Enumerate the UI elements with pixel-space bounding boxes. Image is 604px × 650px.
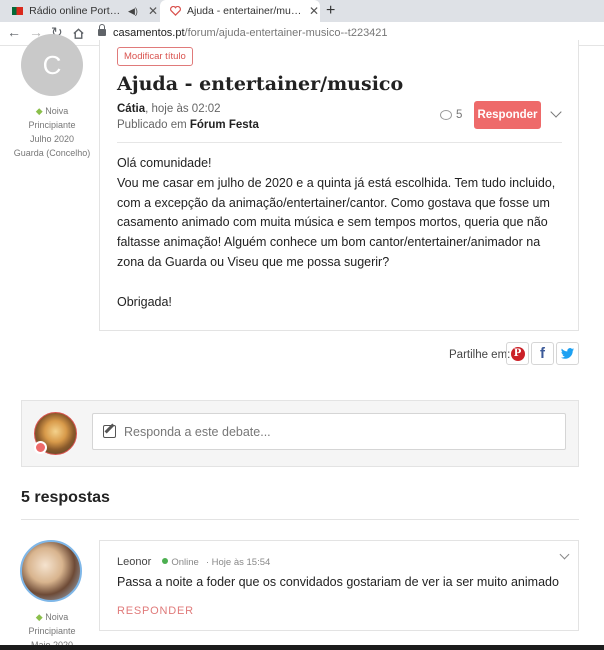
url-domain: casamentos.pt [113, 27, 185, 39]
chevron-down-icon[interactable] [550, 106, 562, 118]
tab-title: Ajuda - entertainer/musico [187, 5, 305, 17]
pinterest-share-button[interactable]: P [506, 342, 529, 365]
post-title: Ajuda - entertainer/musico [117, 73, 404, 95]
facebook-icon: f [540, 345, 545, 362]
reply-composer: Responda a este debate... [21, 400, 579, 467]
browser-tab-bar: Rádio online Portugal, ouvir ◀) ✕ Ajuda … [0, 0, 604, 22]
post-forum-line: Publicado em Fórum Festa [117, 119, 259, 131]
author-location: Guarda (Concelho) [13, 148, 91, 158]
answer-card: Leonor Online · Hoje às 15:54 Passa a no… [99, 540, 579, 631]
post-body: Olá comunidade! Vou me casar em julho de… [117, 154, 567, 312]
taskbar-edge [0, 645, 604, 650]
chevron-down-icon[interactable] [559, 549, 570, 560]
lock-icon[interactable] [98, 24, 106, 37]
answer-author-meta: ◆ Noiva Principiante Maio 2020 [4, 610, 100, 650]
post-author-line: Cátia, hoje às 02:02 [117, 103, 221, 115]
post-author-name[interactable]: Cátia [117, 103, 145, 115]
comment-bubble-icon [440, 110, 452, 120]
share-label: Partilhe em: [449, 349, 511, 361]
diamond-icon: ◆ [35, 106, 43, 116]
answer-reply-button[interactable]: RESPONDER [117, 605, 194, 617]
answer-time: · Hoje às 15:54 [205, 557, 271, 568]
author-avatar[interactable]: C [21, 34, 83, 96]
edit-icon [103, 425, 116, 438]
post-paragraph: Olá comunidade! [117, 156, 212, 170]
close-tab-icon[interactable]: ✕ [148, 4, 158, 18]
online-status-icon [162, 558, 169, 564]
answer-text: Passa a noite a foder que os convidados … [117, 575, 559, 589]
pinterest-icon: P [510, 346, 525, 361]
edit-title-button[interactable]: Modificar título [117, 47, 193, 66]
user-badge-icon [34, 441, 47, 454]
answer-author-name[interactable]: Leonor [117, 556, 151, 568]
reply-placeholder: Responda a este debate... [124, 424, 271, 439]
post-time: , hoje às 02:02 [145, 103, 221, 115]
divider [21, 519, 579, 520]
tab-title: Rádio online Portugal, ouvir [29, 5, 122, 17]
author-meta: ◆ Noiva Principiante Julho 2020 Guarda (… [4, 104, 100, 160]
published-prefix: Publicado em [117, 119, 190, 131]
twitter-icon [560, 347, 575, 359]
diamond-icon: ◆ [35, 612, 43, 622]
comment-count[interactable]: 5 [440, 109, 462, 121]
address-bar[interactable]: casamentos.pt/forum/ajuda-entertainer-mu… [113, 27, 388, 39]
post-paragraph: Vou me casar em julho de 2020 e a quinta… [117, 175, 556, 269]
reply-button[interactable]: Responder [474, 101, 541, 129]
browser-tab-forum[interactable]: Ajuda - entertainer/musico ✕ [160, 0, 320, 22]
speaker-icon[interactable]: ◀) [128, 6, 138, 17]
portugal-flag-icon [12, 7, 24, 15]
browser-tab-radio[interactable]: Rádio online Portugal, ouvir ◀) ✕ [6, 0, 158, 22]
forum-link[interactable]: Fórum Festa [190, 119, 259, 131]
answer-header: Leonor Online · Hoje às 15:54 [117, 556, 270, 568]
answers-title: 5 respostas [21, 489, 110, 506]
heart-icon [170, 6, 181, 16]
new-tab-button[interactable]: + [326, 2, 335, 20]
url-path: /forum/ajuda-entertainer-musico--t223421 [184, 27, 388, 39]
back-arrow-icon[interactable]: ← [7, 24, 21, 40]
close-tab-icon[interactable]: ✕ [309, 4, 319, 18]
answer-author-avatar[interactable] [20, 540, 82, 602]
post-card: Modificar título Ajuda - entertainer/mus… [99, 40, 579, 331]
author-wedding-date: Julho 2020 [29, 134, 75, 144]
home-icon[interactable] [72, 27, 85, 40]
comment-count-value: 5 [456, 109, 463, 121]
reply-input[interactable]: Responda a este debate... [92, 413, 566, 450]
facebook-share-button[interactable]: f [531, 342, 554, 365]
twitter-share-button[interactable] [556, 342, 579, 365]
answer-online-status: Online [171, 557, 199, 568]
post-paragraph: Obrigada! [117, 294, 172, 309]
divider [117, 142, 562, 143]
